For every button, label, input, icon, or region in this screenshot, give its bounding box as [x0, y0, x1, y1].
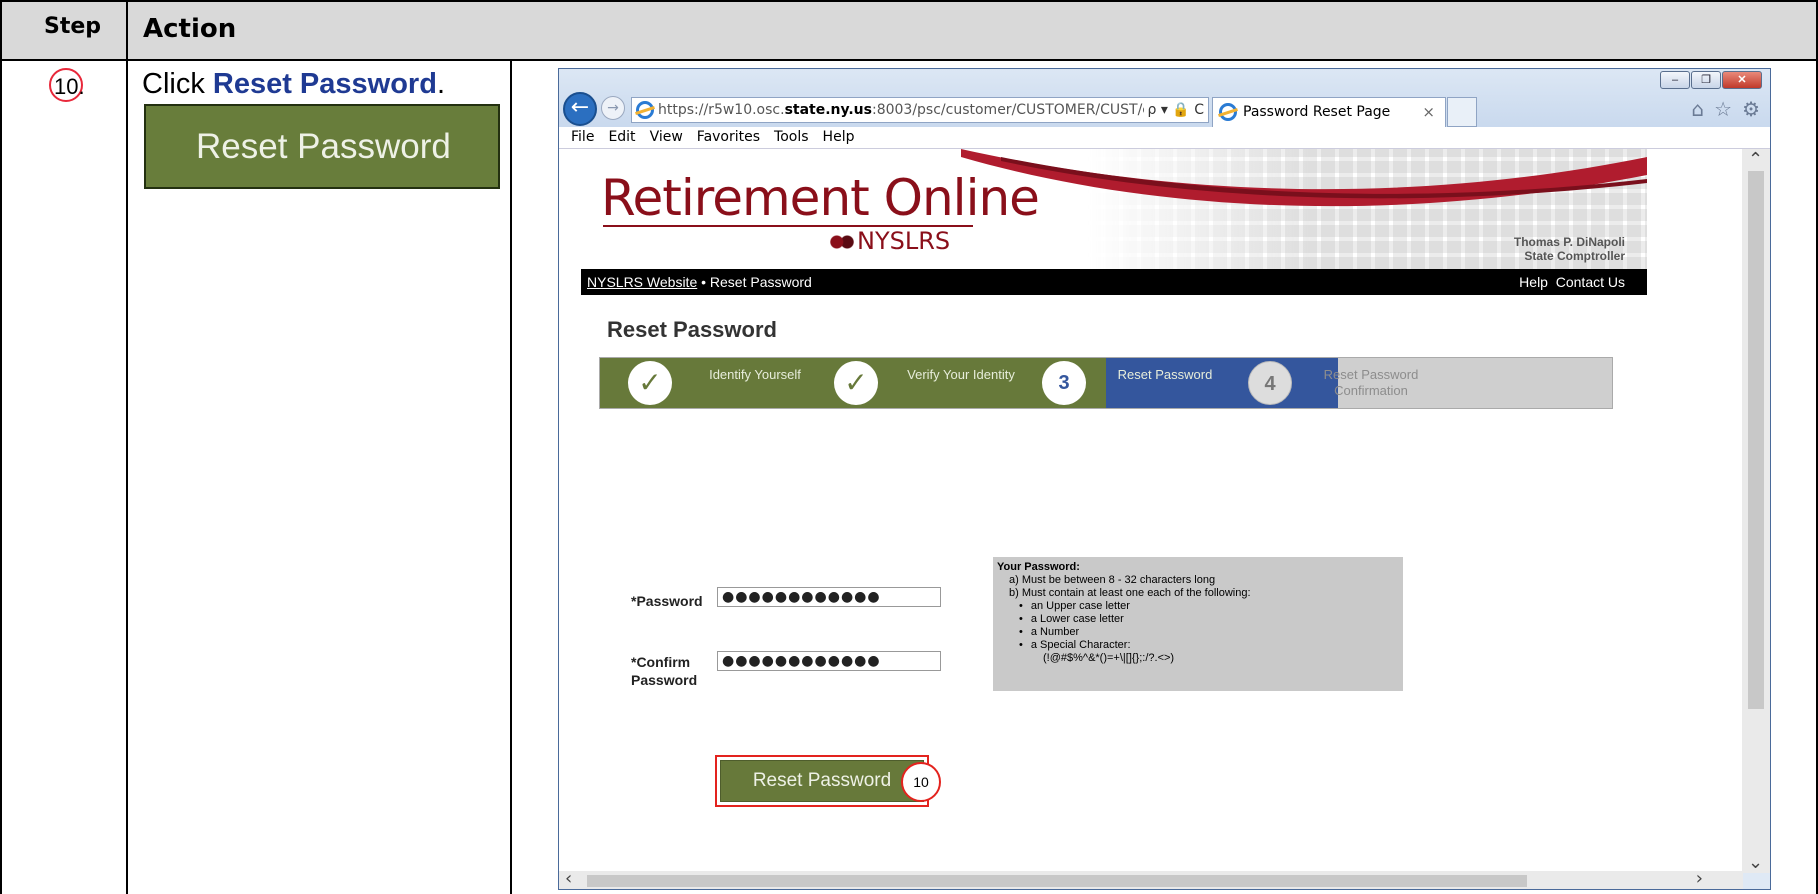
rule-number: a Number: [1031, 626, 1399, 639]
table-column-divider: [126, 0, 128, 894]
instruction-target: Reset Password: [212, 68, 437, 100]
menu-favorites[interactable]: Favorites: [697, 127, 760, 148]
table-header-divider: [0, 59, 1818, 61]
horizontal-scrollbar[interactable]: ‹ ›: [559, 868, 1743, 889]
back-button[interactable]: ←: [563, 92, 597, 126]
star-icon[interactable]: ☆: [1714, 97, 1732, 121]
checkmark-icon: ✓: [628, 361, 672, 405]
table-border-left: [0, 0, 2, 894]
scroll-left-icon[interactable]: ‹: [565, 868, 572, 889]
home-icon[interactable]: ⌂: [1691, 97, 1704, 121]
logo-subtitle-text: NYSLRS: [857, 227, 951, 255]
rule-list: an Upper case letter a Lower case letter…: [997, 600, 1399, 652]
password-field[interactable]: ●●●●●●●●●●●●: [717, 587, 941, 607]
url-host: state.ny.us: [784, 102, 872, 118]
new-tab-button[interactable]: [1447, 97, 1477, 127]
scroll-up-icon[interactable]: ⌃: [1748, 149, 1763, 170]
rule-upper: an Upper case letter: [1031, 600, 1399, 613]
tab-close-icon[interactable]: ×: [1422, 98, 1435, 126]
tab-password-reset[interactable]: Password Reset Page ×: [1212, 97, 1446, 127]
table-border-top: [0, 0, 1818, 2]
special-characters: (!@#$%^&*()=+\|[]{};:/?.<>): [1043, 652, 1175, 664]
vertical-scroll-thumb[interactable]: [1748, 171, 1764, 709]
url-prefix: https://r5w10.osc.: [658, 102, 785, 118]
help-link[interactable]: Help: [1519, 274, 1548, 290]
scroll-down-icon[interactable]: ⌄: [1748, 852, 1763, 873]
logo-title: Retirement Online: [601, 169, 1040, 227]
forward-button[interactable]: →: [601, 96, 625, 120]
contact-us-link[interactable]: Contact Us: [1556, 274, 1625, 290]
rules-title: Your Password:: [997, 561, 1080, 573]
restore-button[interactable]: ❐: [1691, 71, 1721, 89]
breadcrumb-current: • Reset Password: [697, 274, 812, 290]
menu-bar: File Edit View Favorites Tools Help: [559, 127, 1770, 149]
close-window-button[interactable]: ✕: [1722, 71, 1762, 89]
nyslrs-website-link[interactable]: NYSLRS Website: [587, 274, 697, 290]
step-number: 10.: [54, 74, 85, 99]
browser-toolbar-icons: ⌂ ☆ ⚙: [1691, 97, 1760, 121]
comptroller-block: Thomas P. DiNapoli State Comptroller: [1514, 235, 1625, 263]
gear-icon[interactable]: ⚙: [1742, 97, 1760, 121]
logo-subtitle: NYSLRS: [829, 227, 950, 255]
rule-lower: a Lower case letter: [1031, 613, 1399, 626]
window-controls: – ❐ ✕: [1660, 71, 1762, 89]
instruction-suffix: .: [436, 68, 445, 100]
comptroller-name: Thomas P. DiNapoli: [1513, 235, 1625, 249]
address-tools[interactable]: ρ ▾ 🔒 C: [1143, 98, 1204, 122]
step-callout: 10: [901, 762, 941, 802]
reset-password-thumbnail: Reset Password: [144, 104, 500, 189]
confirm-label-line2: Password: [631, 672, 698, 688]
step-4-number: 4: [1248, 361, 1292, 405]
horizontal-scroll-thumb[interactable]: [587, 875, 1527, 887]
thumbnail-label: Reset Password: [196, 127, 451, 166]
menu-help[interactable]: Help: [823, 127, 855, 148]
address-bar[interactable]: https://r5w10.osc.state.ny.us:8003/psc/c…: [631, 97, 1209, 123]
checkmark-icon: ✓: [834, 361, 878, 405]
nyslrs-logo-icon: [829, 233, 855, 251]
tab-title: Password Reset Page: [1243, 104, 1391, 120]
tab-ie-icon: [1219, 103, 1237, 121]
page-title: Reset Password: [607, 317, 777, 342]
browser-titlebar: – ❐ ✕ ← → https://r5w10.osc.state.ny.us:…: [559, 69, 1770, 127]
highlight-frame: Reset Password: [715, 755, 929, 807]
site-nav-bar: NYSLRS Website • Reset Password Help Con…: [581, 269, 1647, 295]
step-3-label: Reset Password: [1117, 367, 1213, 382]
confirm-password-label: *Confirm Password: [631, 653, 697, 689]
confirm-password-field[interactable]: ●●●●●●●●●●●●: [717, 651, 941, 671]
menu-file[interactable]: File: [571, 127, 594, 148]
vertical-scrollbar[interactable]: ⌃ ⌄: [1742, 149, 1770, 873]
menu-view[interactable]: View: [650, 127, 683, 148]
password-label: *Password: [631, 593, 703, 609]
nav-right-links: Help Contact Us: [1519, 269, 1625, 295]
step-4-label: Reset Password Confirmation: [1323, 367, 1419, 398]
rule-characters: b) Must contain at least one each of the…: [1009, 587, 1251, 599]
header-step: Step: [44, 14, 102, 39]
rule-length: a) Must be between 8 - 32 characters lon…: [1009, 574, 1216, 586]
instruction-text: Click Reset Password.: [142, 68, 445, 101]
browser-window: – ❐ ✕ ← → https://r5w10.osc.state.ny.us:…: [558, 68, 1771, 890]
site-banner: Retirement Online NYSLRS Thomas P. DiNap…: [581, 149, 1647, 269]
step-2-label: Verify Your Identity: [907, 367, 1015, 382]
comptroller-title: State Comptroller: [1524, 249, 1625, 263]
step-3-number: 3: [1042, 361, 1086, 405]
page-viewport: Retirement Online NYSLRS Thomas P. DiNap…: [559, 149, 1743, 873]
scroll-right-icon[interactable]: ›: [1696, 868, 1703, 889]
step-number-badge: 10.: [49, 68, 85, 102]
ie-site-icon: [636, 101, 654, 119]
menu-edit[interactable]: Edit: [608, 127, 635, 148]
action-inner-divider: [510, 59, 512, 894]
progress-steps: ✓ Identify Yourself ✓ Verify Your Identi…: [599, 357, 1613, 409]
header-action: Action: [143, 14, 237, 44]
table-header: [0, 0, 1818, 59]
confirm-label-line1: *Confirm: [631, 654, 691, 670]
breadcrumb: NYSLRS Website • Reset Password: [587, 269, 812, 295]
instruction-prefix: Click: [142, 68, 213, 100]
rule-special: a Special Character:: [1031, 639, 1399, 652]
step-1-label: Identify Yourself: [709, 367, 801, 382]
reset-password-button[interactable]: Reset Password: [720, 760, 924, 802]
password-rules-box: Your Password: a) Must be between 8 - 32…: [993, 557, 1403, 691]
menu-tools[interactable]: Tools: [774, 127, 809, 148]
minimize-button[interactable]: –: [1660, 71, 1690, 89]
banner-swoosh: [961, 149, 1647, 207]
